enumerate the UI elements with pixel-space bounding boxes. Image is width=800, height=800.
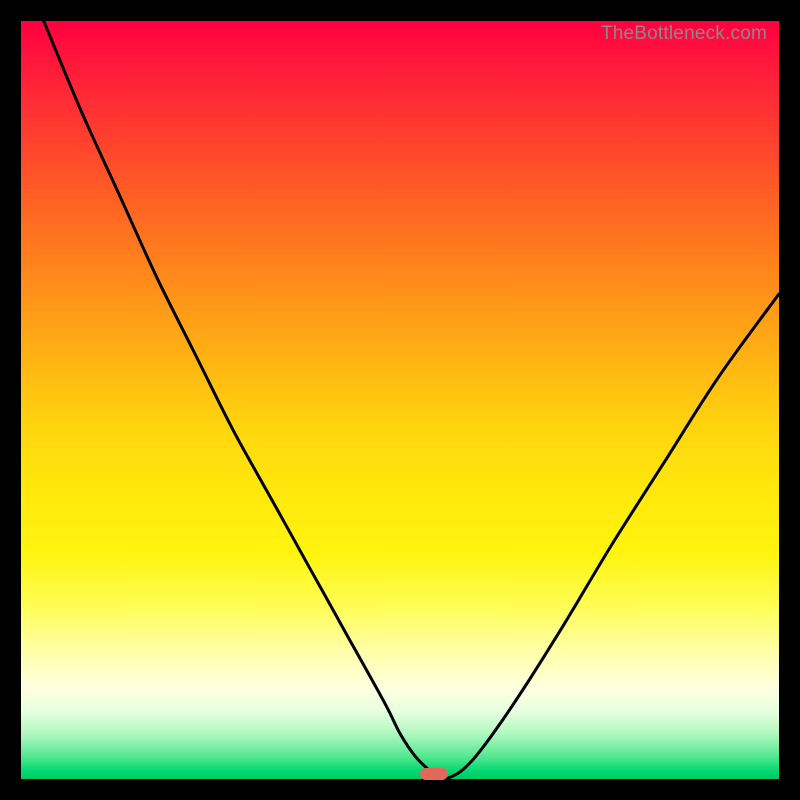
bottleneck-curve (21, 21, 779, 779)
plot-area: TheBottleneck.com (21, 21, 779, 779)
chart-frame: TheBottleneck.com (0, 0, 800, 800)
minimum-marker (420, 768, 448, 780)
